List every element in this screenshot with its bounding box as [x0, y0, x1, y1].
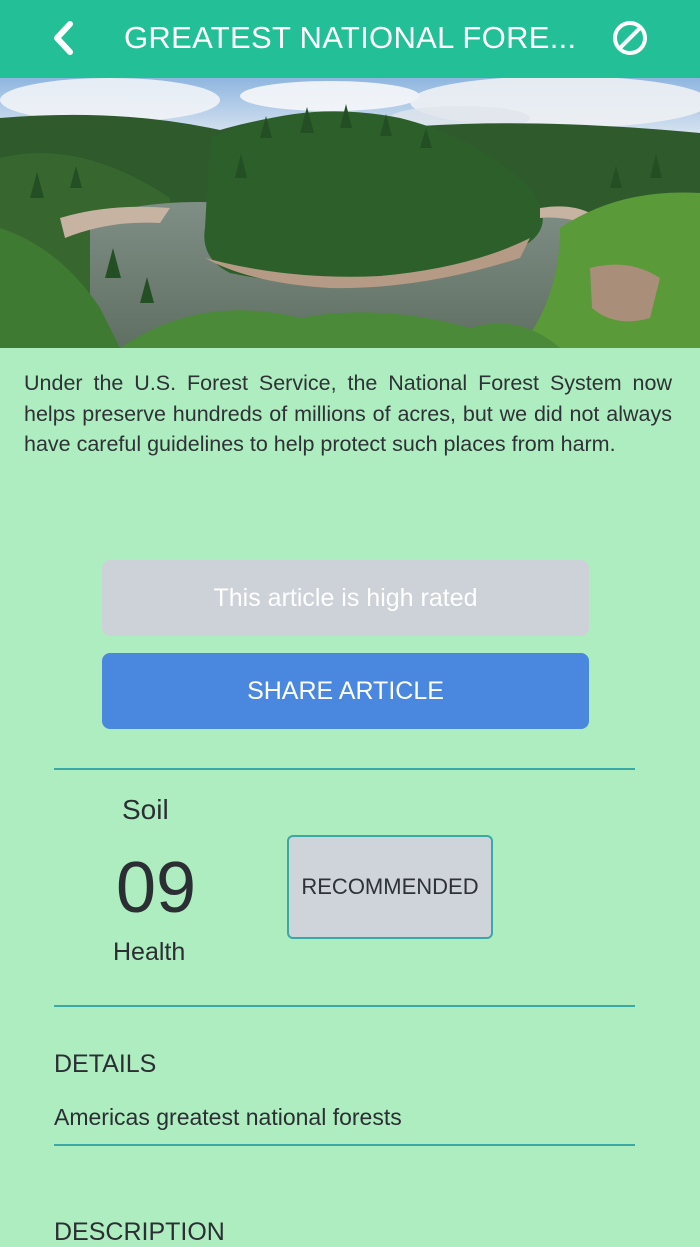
divider	[54, 1144, 635, 1146]
health-label: Health	[113, 938, 186, 966]
description-heading: DESCRIPTION	[54, 1218, 225, 1246]
details-value: Americas greatest national forests	[54, 1104, 402, 1130]
page-title: GREATEST NATIONAL FORE...	[124, 20, 577, 55]
divider	[54, 1005, 635, 1007]
block-icon	[613, 21, 647, 55]
soil-label: Soil	[122, 794, 169, 825]
block-button[interactable]	[606, 14, 654, 62]
high-rated-button: This article is high rated	[102, 560, 589, 636]
article-intro: Under the U.S. Forest Service, the Natio…	[24, 371, 672, 456]
divider	[54, 768, 635, 770]
details-heading: DETAILS	[54, 1050, 157, 1078]
back-button[interactable]	[40, 12, 86, 64]
share-article-button[interactable]: SHARE ARTICLE	[102, 653, 589, 729]
top-app-bar: GREATEST NATIONAL FORE...	[0, 0, 700, 78]
recommended-badge[interactable]: RECOMMENDED	[287, 835, 493, 939]
soil-health-value: 09	[116, 848, 197, 928]
chevron-left-icon	[54, 21, 73, 55]
forest-river-photo	[0, 78, 700, 348]
